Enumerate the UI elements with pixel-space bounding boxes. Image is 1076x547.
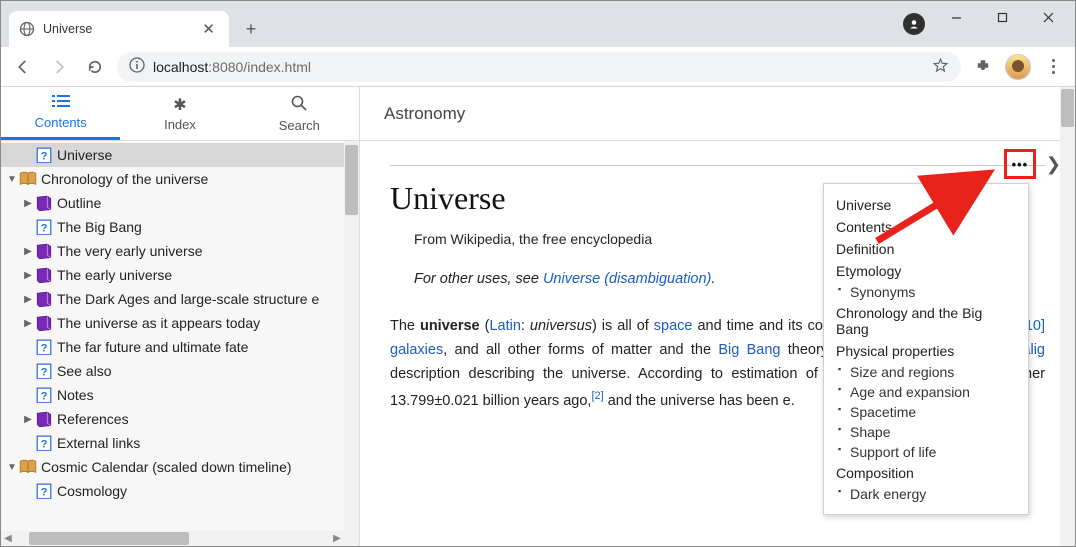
tree-item[interactable]: ▶The far future and ultimate fate: [1, 335, 359, 359]
dots-icon: •••: [1012, 158, 1029, 171]
menu-item[interactable]: Dark energy: [836, 484, 1016, 504]
tree-item-chronology[interactable]: ▼Chronology of the universe: [1, 167, 359, 191]
main-vertical-scrollbar[interactable]: [1060, 87, 1075, 546]
tab-search[interactable]: Search: [240, 87, 359, 140]
book-closed-icon: [35, 315, 53, 332]
window-controls: [933, 1, 1071, 33]
address-bar[interactable]: localhost:8080/index.html: [117, 52, 961, 82]
menu-item[interactable]: Synonyms: [836, 282, 1016, 302]
sidebar-horizontal-scrollbar[interactable]: ◀▶: [1, 531, 344, 546]
reload-button[interactable]: [81, 53, 109, 81]
menu-item[interactable]: Chronology and the Big Bang: [836, 302, 1016, 340]
tab-search-label: Search: [279, 118, 320, 133]
menu-item[interactable]: Age and expansion: [836, 382, 1016, 402]
tab-contents-label: Contents: [35, 115, 87, 130]
sidebar-tabs: Contents ✱ Index Search: [1, 87, 359, 141]
new-tab-button[interactable]: +: [237, 15, 265, 43]
back-button[interactable]: [9, 53, 37, 81]
book-closed-icon: [35, 267, 53, 284]
page-icon: [35, 363, 53, 380]
menu-item[interactable]: Physical properties: [836, 340, 1016, 362]
tree-item-cosmic-calendar[interactable]: ▼Cosmic Calendar (scaled down timeline): [1, 455, 359, 479]
tree-item[interactable]: ▶References: [1, 407, 359, 431]
page-icon: [35, 435, 53, 452]
page-icon: [35, 387, 53, 404]
sidebar-vertical-scrollbar[interactable]: [344, 141, 359, 546]
close-tab-icon[interactable]: ✕: [198, 18, 219, 40]
book-open-icon: [19, 459, 37, 475]
tree-item[interactable]: ▶Outline: [1, 191, 359, 215]
tree-item[interactable]: ▶External links: [1, 431, 359, 455]
site-info-icon[interactable]: [129, 57, 145, 76]
page-icon: [35, 339, 53, 356]
bookmark-star-icon[interactable]: [932, 57, 949, 77]
menu-item[interactable]: Spacetime: [836, 402, 1016, 422]
tab-title: Universe: [43, 22, 198, 36]
breadcrumb: Astronomy: [360, 87, 1075, 141]
forward-button[interactable]: [45, 53, 73, 81]
tree-item[interactable]: ▶See also: [1, 359, 359, 383]
tree-item-universe[interactable]: ▶Universe: [1, 143, 359, 167]
tree-item[interactable]: ▶The Dark Ages and large-scale structure…: [1, 287, 359, 311]
book-open-icon: [19, 171, 37, 187]
menu-item[interactable]: Support of life: [836, 442, 1016, 462]
extensions-icon[interactable]: [969, 53, 997, 81]
tree-item[interactable]: ▶Cosmology: [1, 479, 359, 503]
toc-tree[interactable]: ▶Universe ▼Chronology of the universe ▶O…: [1, 141, 359, 546]
tree-item[interactable]: ▶The early universe: [1, 263, 359, 287]
url-text: localhost:8080/index.html: [153, 59, 311, 75]
book-closed-icon: [35, 195, 53, 212]
app-content: Contents ✱ Index Search ▶Universe ▼Chron…: [1, 87, 1075, 546]
tree-item[interactable]: ▶The Big Bang: [1, 215, 359, 239]
asterisk-icon: ✱: [173, 95, 186, 115]
hatnote-link[interactable]: Universe (disambiguation): [543, 271, 711, 287]
page-icon: [35, 147, 53, 164]
page-icon: [35, 483, 53, 500]
more-menu-button[interactable]: •••: [1004, 149, 1036, 179]
book-closed-icon: [35, 243, 53, 260]
book-closed-icon: [35, 411, 53, 428]
minimize-button[interactable]: [933, 1, 979, 33]
browser-tab[interactable]: Universe ✕: [9, 11, 229, 47]
menu-item[interactable]: Shape: [836, 422, 1016, 442]
browser-menu-icon[interactable]: [1039, 59, 1067, 74]
menu-item[interactable]: Composition: [836, 462, 1016, 484]
menu-item[interactable]: Contents: [836, 216, 1016, 238]
sidebar: Contents ✱ Index Search ▶Universe ▼Chron…: [1, 87, 360, 546]
search-icon: [291, 95, 307, 116]
toc-dropdown[interactable]: Universe Contents Definition Etymology S…: [823, 183, 1029, 515]
tree-item[interactable]: ▶The universe as it appears today: [1, 311, 359, 335]
book-closed-icon: [35, 291, 53, 308]
profile-avatar[interactable]: [1005, 54, 1031, 80]
tree-item[interactable]: ▶Notes: [1, 383, 359, 407]
list-icon: [52, 94, 70, 113]
tab-index[interactable]: ✱ Index: [120, 87, 239, 140]
menu-item[interactable]: Size and regions: [836, 362, 1016, 382]
browser-titlebar: Universe ✕ +: [1, 1, 1075, 47]
page-icon: [35, 219, 53, 236]
menu-item[interactable]: Etymology: [836, 260, 1016, 282]
maximize-button[interactable]: [979, 1, 1025, 33]
guest-account-icon[interactable]: [903, 13, 925, 35]
menu-item[interactable]: Universe: [836, 194, 1016, 216]
tab-index-label: Index: [164, 117, 196, 132]
browser-toolbar: localhost:8080/index.html: [1, 47, 1075, 87]
next-page-button[interactable]: ❯: [1046, 154, 1061, 175]
tab-contents[interactable]: Contents: [1, 87, 120, 140]
tree-item[interactable]: ▶The very early universe: [1, 239, 359, 263]
close-window-button[interactable]: [1025, 1, 1071, 33]
menu-item[interactable]: Definition: [836, 238, 1016, 260]
article: ••• ❯ Universe From Wikipedia, the free …: [360, 141, 1075, 546]
main-panel: Astronomy ••• ❯ Universe From Wikipedia,…: [360, 87, 1075, 546]
globe-icon: [19, 21, 35, 37]
